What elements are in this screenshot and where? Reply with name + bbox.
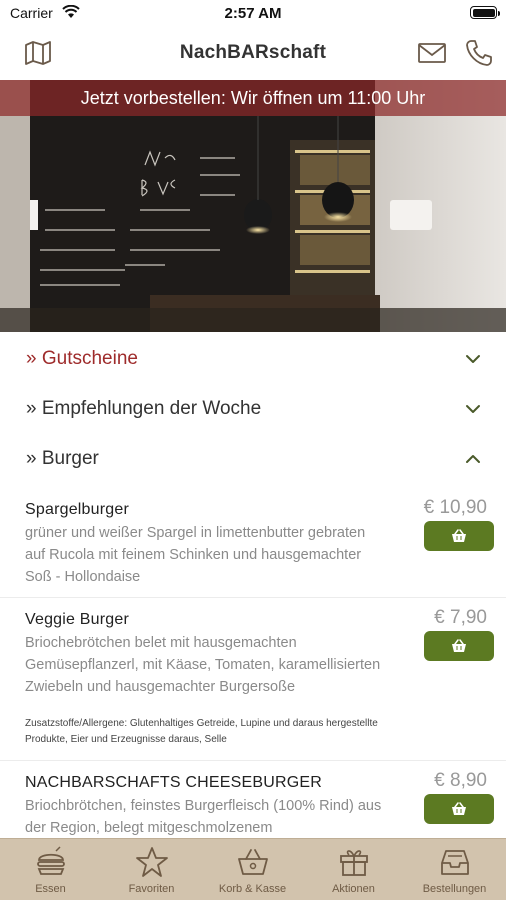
tab-aktionen[interactable]: Aktionen xyxy=(303,839,404,900)
phone-icon[interactable] xyxy=(464,38,494,68)
menu-item: Spargelburger grüner und weißer Spargel … xyxy=(0,488,506,596)
tab-korb-kasse[interactable]: Korb & Kasse xyxy=(202,839,303,900)
section-label: » Empfehlungen der Woche xyxy=(26,398,262,419)
item-name: NACHBARSCHAFTS CHEESEBURGER xyxy=(25,774,323,791)
section-gutscheine[interactable]: » Gutscheine xyxy=(0,335,506,385)
mail-icon[interactable] xyxy=(417,38,447,68)
tab-label: Essen xyxy=(35,883,66,895)
basket-icon xyxy=(452,639,466,652)
clock: 2:57 AM xyxy=(224,5,282,22)
basket-icon xyxy=(452,529,466,542)
chevron-up-icon xyxy=(466,455,480,463)
section-burger[interactable]: » Burger xyxy=(0,435,506,485)
section-label: » Burger xyxy=(26,448,99,469)
item-name: Spargelburger xyxy=(25,501,129,518)
chevron-down-icon xyxy=(466,405,480,413)
star-icon xyxy=(136,847,168,877)
tab-bestellungen[interactable]: Bestellungen xyxy=(404,839,505,900)
item-price: € 7,90 xyxy=(434,607,487,628)
item-price: € 10,90 xyxy=(423,497,487,518)
item-description: Briochebrötchen belet mit hausgemachten … xyxy=(25,635,381,695)
gift-icon xyxy=(340,850,368,876)
basket-icon xyxy=(452,802,466,815)
tab-label: Korb & Kasse xyxy=(218,883,287,895)
restaurant-photo xyxy=(0,80,506,332)
tab-bar: Essen Favoriten Korb & Kasse Aktionen Be… xyxy=(0,838,506,900)
battery-icon xyxy=(470,6,500,19)
item-description: Briochbrötchen, feinstes Burgerfleisch (… xyxy=(25,798,382,836)
section-label: » Gutscheine xyxy=(26,348,138,369)
chevron-down-icon xyxy=(466,355,480,363)
tab-label: Favoriten xyxy=(128,883,175,895)
item-description: grüner und weißer Spargel in limettenbut… xyxy=(25,525,366,585)
basket-icon xyxy=(238,849,268,875)
section-empfehlungen[interactable]: » Empfehlungen der Woche xyxy=(0,385,506,435)
add-to-cart-button[interactable] xyxy=(424,631,494,661)
item-price: € 8,90 xyxy=(434,770,487,791)
tab-favoriten[interactable]: Favoriten xyxy=(101,839,202,900)
navigation-bar: NachBARschaft xyxy=(0,28,506,80)
tab-label: Bestellungen xyxy=(422,883,487,895)
status-bar: Carrier 2:57 AM xyxy=(0,0,506,28)
inbox-icon xyxy=(441,850,469,875)
menu-item: Veggie Burger Briochebrötchen belet mit … xyxy=(0,597,506,759)
add-to-cart-button[interactable] xyxy=(424,521,494,551)
tab-essen[interactable]: Essen xyxy=(0,839,101,900)
opening-banner: Jetzt vorbestellen: Wir öffnen um 11:00 … xyxy=(0,80,506,116)
tab-label: Aktionen xyxy=(332,883,375,895)
menu-item: NACHBARSCHAFTS CHEESEBURGER Briochbrötch… xyxy=(0,760,506,838)
add-to-cart-button[interactable] xyxy=(424,794,494,824)
hero-image: Jetzt vorbestellen: Wir öffnen um 11:00 … xyxy=(0,80,506,332)
burger-icon xyxy=(37,846,65,875)
item-allergens: Zusatzstoffe/Allergene: Glutenhaltiges G… xyxy=(25,718,378,745)
item-name: Veggie Burger xyxy=(25,611,130,628)
